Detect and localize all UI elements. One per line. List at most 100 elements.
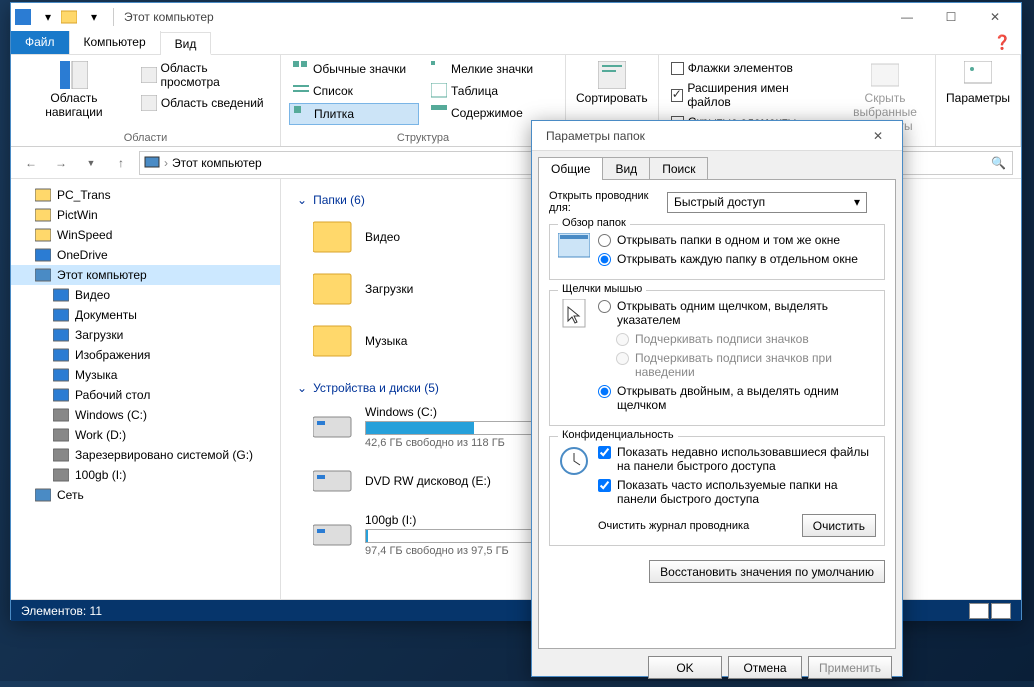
open-for-label: Открыть проводник для:	[549, 190, 659, 214]
tree-item[interactable]: WinSpeed	[11, 225, 280, 245]
small-icons-button[interactable]: Мелкие значки	[427, 59, 557, 79]
options-icon	[964, 61, 992, 89]
sort-icon	[598, 61, 626, 89]
maximize-button[interactable]: ☐	[929, 3, 973, 31]
pc-icon	[144, 155, 160, 171]
close-button[interactable]: ✕	[973, 3, 1017, 31]
tab-view[interactable]: Вид	[161, 32, 212, 55]
ok-button[interactable]: OK	[648, 656, 722, 679]
double-click-radio[interactable]: Открывать двойным, а выделять одним щелч…	[598, 384, 876, 412]
tree-item[interactable]: Загрузки	[11, 325, 280, 345]
tile-icon	[294, 106, 310, 122]
history-dropdown[interactable]: ▼	[79, 151, 103, 175]
search-icon: 🔍	[991, 156, 1006, 170]
tree-item[interactable]: 100gb (I:)	[11, 465, 280, 485]
preview-pane-button[interactable]: Область просмотра	[137, 59, 272, 91]
chevron-down-icon: ▾	[854, 195, 860, 209]
tree-item[interactable]: Рабочий стол	[11, 385, 280, 405]
recent-folders-checkbox[interactable]: Показать часто используемые папки на пан…	[598, 478, 876, 506]
titlebar: ▾ ▾ Этот компьютер — ☐ ✕	[11, 3, 1021, 31]
app-icon	[15, 9, 31, 25]
separator	[113, 8, 114, 26]
nav-pane-button[interactable]: Область навигации	[19, 59, 129, 130]
item-count: Элементов: 11	[21, 604, 102, 618]
open-for-select[interactable]: Быстрый доступ▾	[667, 192, 867, 213]
extensions-checkbox[interactable]: Расширения имен файлов	[667, 79, 835, 111]
list-icon	[293, 83, 309, 99]
group-label-layout: Структура	[289, 132, 557, 144]
item-flags-checkbox[interactable]: Флажки элементов	[667, 59, 835, 77]
details-view-button[interactable]	[969, 603, 989, 619]
recent-files-checkbox[interactable]: Показать недавно использовавшиеся файлы …	[598, 445, 876, 473]
dialog-title: Параметры папок	[546, 129, 645, 143]
qat-dropdown-icon[interactable]: ▾	[37, 6, 59, 28]
tile-button[interactable]: Плитка	[289, 103, 419, 125]
clock-icon	[558, 445, 590, 477]
dialog-tabs: Общие Вид Поиск	[532, 151, 902, 180]
same-window-radio[interactable]: Открывать папки в одном и том же окне	[598, 233, 876, 247]
chevron-down-icon: ⌄	[297, 193, 307, 207]
small-icons-icon	[431, 61, 447, 77]
help-icon[interactable]: ❓	[994, 34, 1011, 51]
icons-view-button[interactable]	[991, 603, 1011, 619]
cursor-icon	[558, 299, 590, 331]
new-window-radio[interactable]: Открывать каждую папку в отдельном окне	[598, 252, 876, 266]
forward-button[interactable]: →	[49, 151, 73, 175]
back-button[interactable]: ←	[19, 151, 43, 175]
underline1-radio: Подчеркивать подписи значков	[598, 332, 876, 346]
ribbon-group-areas: Область навигации Область просмотра Обла…	[11, 55, 281, 146]
preview-icon	[141, 67, 157, 83]
single-click-radio[interactable]: Открывать одним щелчком, выделять указат…	[598, 299, 876, 327]
dialog-titlebar: Параметры папок ✕	[532, 121, 902, 151]
table-icon	[431, 83, 447, 99]
tab-view-opts[interactable]: Вид	[602, 157, 650, 180]
checkbox-icon	[671, 62, 684, 75]
minimize-button[interactable]: —	[885, 3, 929, 31]
tree-item[interactable]: Work (D:)	[11, 425, 280, 445]
options-button[interactable]: Параметры	[944, 59, 1012, 142]
up-button[interactable]: ↑	[109, 151, 133, 175]
hide-icon	[871, 61, 899, 89]
clear-button[interactable]: Очистить	[802, 514, 876, 537]
tab-page-general: Открыть проводник для: Быстрый доступ▾ О…	[538, 179, 896, 649]
cancel-button[interactable]: Отмена	[728, 656, 802, 679]
tab-computer[interactable]: Компьютер	[70, 31, 161, 54]
tree-item[interactable]: Документы	[11, 305, 280, 325]
layout-icon	[60, 61, 88, 89]
ribbon-group-layout: Обычные значки Список Плитка Мелкие знач…	[281, 55, 566, 146]
ribbon-group-params: Параметры	[936, 55, 1021, 146]
apply-button[interactable]: Применить	[808, 656, 892, 679]
table-button[interactable]: Таблица	[427, 81, 557, 101]
folder-options-dialog: Параметры папок ✕ Общие Вид Поиск Открыт…	[531, 120, 903, 677]
tree-item[interactable]: Зарезервировано системой (G:)	[11, 445, 280, 465]
clicks-fieldset: Щелчки мышью Открывать одним щелчком, вы…	[549, 290, 885, 426]
restore-defaults-button[interactable]: Восстановить значения по умолчанию	[649, 560, 885, 583]
checkbox-icon	[671, 89, 684, 102]
tree-item[interactable]: PictWin	[11, 205, 280, 225]
tree-item[interactable]: Этот компьютер	[11, 265, 280, 285]
regular-icons-button[interactable]: Обычные значки	[289, 59, 419, 79]
qat-dropdown2-icon[interactable]: ▾	[83, 6, 105, 28]
tree-item[interactable]: PC_Trans	[11, 185, 280, 205]
details-pane-button[interactable]: Область сведений	[137, 93, 272, 113]
tree-item[interactable]: Видео	[11, 285, 280, 305]
privacy-fieldset: Конфиденциальность Показать недавно испо…	[549, 436, 885, 546]
tab-search[interactable]: Поиск	[649, 157, 708, 180]
list-button[interactable]: Список	[289, 81, 419, 101]
dialog-close-button[interactable]: ✕	[858, 122, 898, 150]
tree-item[interactable]: Изображения	[11, 345, 280, 365]
nav-tree[interactable]: PC_TransPictWinWinSpeedOneDriveЭтот комп…	[11, 179, 281, 599]
view-buttons	[969, 603, 1011, 619]
tree-item[interactable]: Windows (C:)	[11, 405, 280, 425]
group-label-areas: Области	[19, 132, 272, 144]
browse-legend: Обзор папок	[558, 217, 630, 229]
icons-icon	[293, 61, 309, 77]
tab-general[interactable]: Общие	[538, 157, 603, 180]
dialog-buttons: OK Отмена Применить	[532, 656, 902, 687]
window-title: Этот компьютер	[124, 10, 214, 24]
nav-pane-label: Область навигации	[21, 91, 127, 119]
tree-item[interactable]: OneDrive	[11, 245, 280, 265]
tree-item[interactable]: Сеть	[11, 485, 280, 505]
tab-file[interactable]: Файл	[11, 31, 70, 54]
tree-item[interactable]: Музыка	[11, 365, 280, 385]
